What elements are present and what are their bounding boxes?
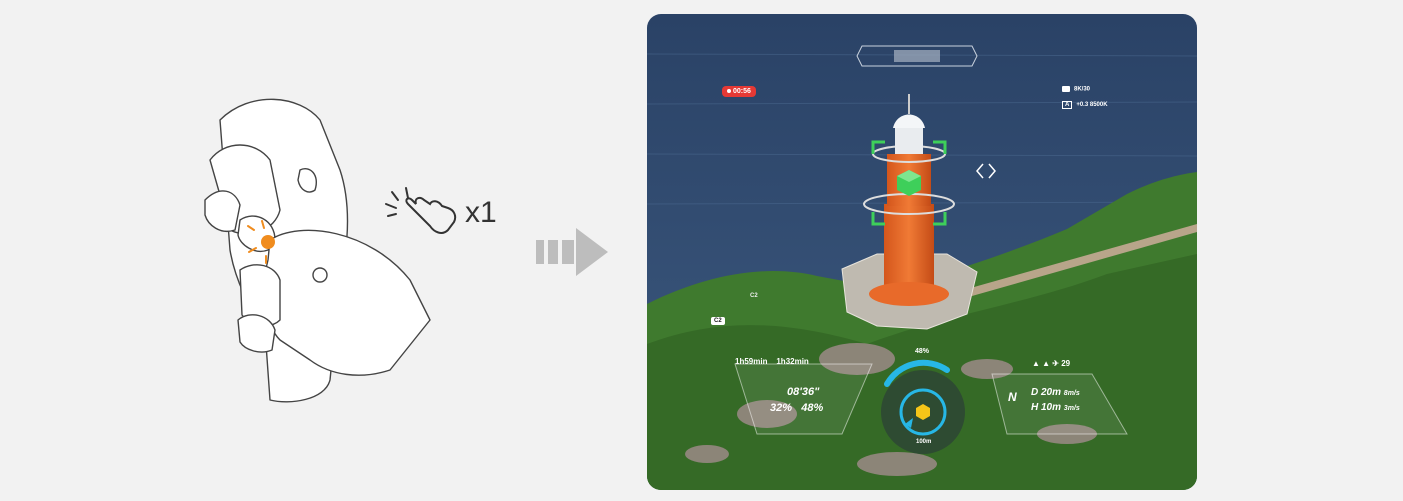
gauge-percentage: 48% [915, 348, 930, 355]
drone-battery-pct: 32% [770, 402, 793, 414]
drone-battery-time: 1h32min [776, 357, 809, 366]
satellite-icon: ▲ ▲ ✈ [1032, 359, 1062, 368]
height-readout: H 10m 3m/s [1031, 402, 1080, 413]
remote-battery-time: 1h59min [735, 357, 768, 366]
video-mode: 8K/30 [1062, 86, 1090, 93]
camera-tag-primary: C2 [711, 317, 725, 325]
distance-readout: D 20m 8m/s [1031, 387, 1080, 398]
camera-tag-secondary: C2 [750, 293, 758, 299]
rec-dot-icon [727, 89, 731, 94]
compass-heading: N [1008, 390, 1017, 404]
gauge-distance: 100m [916, 439, 932, 445]
flight-time: 08'36" [787, 386, 820, 398]
remote-hand-illustration [204, 98, 431, 403]
exposure-settings: A +0.3 8500K [1062, 101, 1108, 109]
tap-count-label: x1 [465, 196, 497, 229]
battery-times: 1h59min 1h32min [735, 357, 809, 366]
video-camera-icon [1062, 86, 1070, 92]
remote-battery-pct: 48% [801, 402, 824, 414]
signal-status: ▲ ▲ ✈ 29 [1032, 359, 1071, 368]
recording-indicator: 00:56 [722, 86, 756, 97]
tap-gesture-icon [385, 187, 457, 234]
battery-percentages: 32% 48% [770, 402, 823, 414]
arrow-right-icon [536, 228, 608, 276]
drone-camera-view: 00:56 8K/30 A +0.3 8500K C2 C2 1h59min 1h… [647, 14, 1197, 490]
